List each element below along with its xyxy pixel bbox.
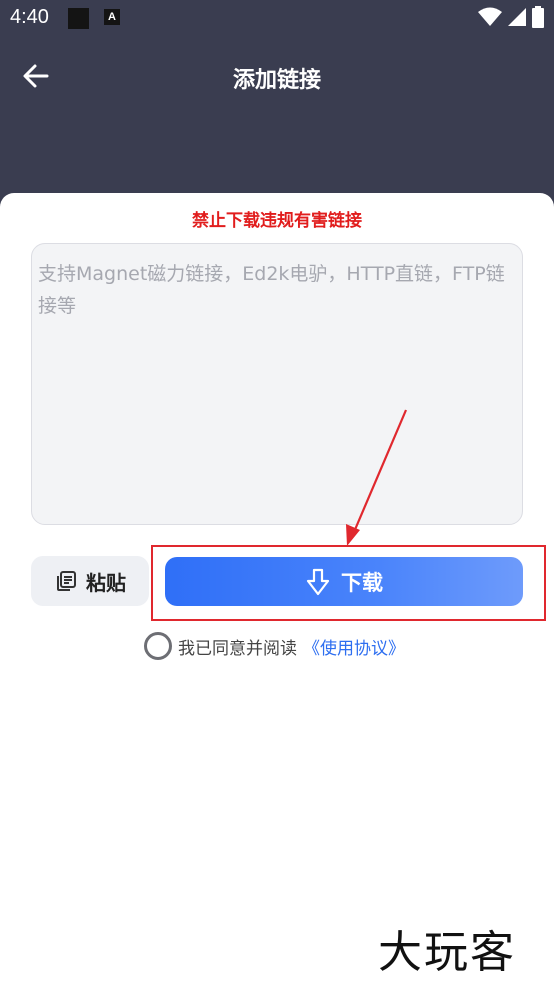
clipboard-icon bbox=[57, 571, 76, 591]
download-label: 下载 bbox=[341, 570, 383, 595]
agreement-text: 我已同意并阅读 bbox=[178, 638, 297, 659]
status-indicators bbox=[478, 6, 544, 28]
status-time: 4:40 bbox=[10, 6, 49, 28]
status-bar: 4:40 A bbox=[0, 0, 554, 38]
page-title: 添加链接 bbox=[232, 68, 321, 93]
link-input[interactable] bbox=[31, 243, 523, 525]
paste-button[interactable]: 粘贴 bbox=[31, 556, 149, 606]
paste-label: 粘贴 bbox=[86, 570, 126, 595]
agreement-row: 我已同意并阅读 《使用协议》 bbox=[144, 631, 405, 661]
notification-a-icon: A bbox=[104, 9, 120, 25]
download-button[interactable]: 下载 bbox=[165, 557, 523, 606]
battery-icon bbox=[532, 6, 544, 28]
warning-text: 禁止下载违规有害链接 bbox=[192, 211, 362, 231]
add-link-sheet: 禁止下载违规有害链接 粘贴 下载 我已同意并阅读《使用协议》 bbox=[0, 193, 554, 984]
agreement-link[interactable]: 《使用协议》 bbox=[303, 634, 405, 659]
agree-radio[interactable] bbox=[144, 632, 172, 660]
watermark: 大玩客 bbox=[378, 927, 516, 978]
signal-icon bbox=[508, 8, 526, 26]
notification-square-icon bbox=[68, 8, 89, 29]
download-arrow-icon bbox=[306, 568, 330, 595]
wifi-icon bbox=[478, 7, 502, 26]
